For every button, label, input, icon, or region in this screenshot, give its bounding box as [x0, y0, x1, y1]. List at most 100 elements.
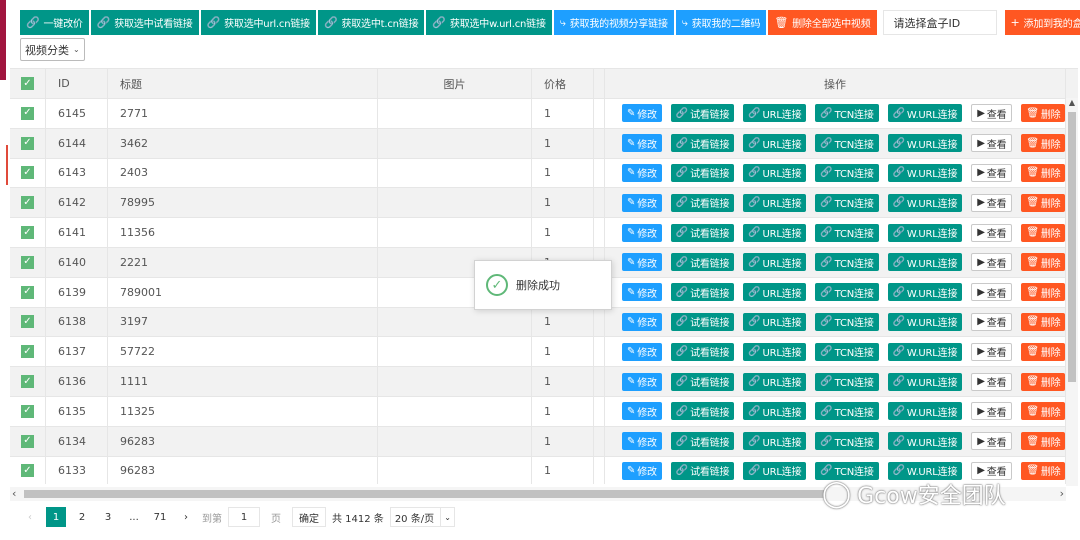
delete-button[interactable]: 🗑 删除 — [1021, 402, 1066, 421]
delete-button[interactable]: 🗑 删除 — [1021, 193, 1066, 212]
wurl-link-button[interactable]: 🔗 W.URL连接 — [887, 104, 963, 123]
tcn-link-button[interactable]: 🔗 TCN连接 — [815, 193, 879, 212]
wurl-link-button[interactable]: 🔗 W.URL连接 — [887, 223, 963, 242]
row-checkbox[interactable]: ✓ — [21, 375, 34, 389]
delete-button[interactable]: 🗑 删除 — [1021, 104, 1066, 123]
view-button[interactable]: ▶ 查看 — [971, 223, 1013, 242]
view-button[interactable]: ▶ 查看 — [971, 342, 1013, 361]
tcn-link-button[interactable]: 🔗 TCN连接 — [815, 432, 879, 451]
delete-selected-button[interactable]: 🗑 删除全部选中视频 — [768, 10, 877, 35]
tcn-link-button[interactable]: 🔗 TCN连接 — [815, 402, 879, 421]
trial-link-button[interactable]: 🔗 试看链接 — [670, 342, 735, 361]
wurl-link-button[interactable]: 🔗 W.URL连接 — [887, 283, 963, 302]
row-checkbox[interactable]: ✓ — [21, 434, 34, 448]
next-page-icon[interactable]: › — [176, 507, 196, 527]
edit-button[interactable]: ✎ 修改 — [622, 461, 662, 480]
delete-button[interactable]: 🗑 删除 — [1021, 223, 1066, 242]
row-checkbox[interactable]: ✓ — [21, 255, 34, 269]
edit-button[interactable]: ✎ 修改 — [622, 402, 662, 421]
row-checkbox[interactable]: ✓ — [21, 464, 34, 478]
page-1[interactable]: 1 — [46, 507, 66, 527]
url-link-button[interactable]: 🔗 URL连接 — [743, 253, 807, 272]
edit-button[interactable]: ✎ 修改 — [622, 372, 662, 391]
wurl-link-button[interactable]: 🔗 W.URL连接 — [887, 372, 963, 391]
wurl-link-button[interactable]: 🔗 W.URL连接 — [887, 134, 963, 153]
view-button[interactable]: ▶ 查看 — [971, 402, 1013, 421]
select-all-checkbox[interactable]: ✓ — [21, 77, 34, 90]
get-w-url-cn-links-button[interactable]: 🔗 获取选中w.url.cn链接 — [426, 10, 552, 35]
row-checkbox[interactable]: ✓ — [21, 285, 34, 299]
tcn-link-button[interactable]: 🔗 TCN连接 — [815, 342, 879, 361]
delete-button[interactable]: 🗑 删除 — [1021, 253, 1066, 272]
row-checkbox[interactable]: ✓ — [21, 166, 34, 180]
wurl-link-button[interactable]: 🔗 W.URL连接 — [887, 432, 963, 451]
trial-link-button[interactable]: 🔗 试看链接 — [670, 134, 735, 153]
wurl-link-button[interactable]: 🔗 W.URL连接 — [887, 402, 963, 421]
delete-button[interactable]: 🗑 删除 — [1021, 372, 1066, 391]
get-qrcode-button[interactable]: ⤷ 获取我的二维码 — [675, 10, 767, 35]
delete-button[interactable]: 🗑 删除 — [1021, 163, 1066, 182]
view-button[interactable]: ▶ 查看 — [971, 253, 1013, 272]
url-link-button[interactable]: 🔗 URL连接 — [743, 372, 807, 391]
view-button[interactable]: ▶ 查看 — [971, 193, 1013, 212]
box-id-select[interactable]: 请选择盒子ID — [882, 10, 997, 35]
url-link-button[interactable]: 🔗 URL连接 — [743, 312, 807, 331]
url-link-button[interactable]: 🔗 URL连接 — [743, 342, 807, 361]
trial-link-button[interactable]: 🔗 试看链接 — [670, 402, 735, 421]
vertical-scroll-thumb[interactable] — [1068, 112, 1076, 382]
trial-link-button[interactable]: 🔗 试看链接 — [670, 283, 735, 302]
edit-button[interactable]: ✎ 修改 — [622, 253, 662, 272]
url-link-button[interactable]: 🔗 URL连接 — [743, 193, 807, 212]
view-button[interactable]: ▶ 查看 — [971, 372, 1013, 391]
trial-link-button[interactable]: 🔗 试看链接 — [670, 163, 735, 182]
edit-button[interactable]: ✎ 修改 — [622, 163, 662, 182]
category-select[interactable]: 视频分类 ⌄ — [20, 38, 85, 61]
edit-button[interactable]: ✎ 修改 — [622, 432, 662, 451]
row-checkbox[interactable]: ✓ — [21, 345, 34, 359]
page-71[interactable]: 71 — [150, 507, 170, 527]
edit-button[interactable]: ✎ 修改 — [622, 312, 662, 331]
trial-link-button[interactable]: 🔗 试看链接 — [670, 193, 735, 212]
edit-button[interactable]: ✎ 修改 — [622, 104, 662, 123]
wurl-link-button[interactable]: 🔗 W.URL连接 — [887, 253, 963, 272]
tcn-link-button[interactable]: 🔗 TCN连接 — [815, 223, 879, 242]
view-button[interactable]: ▶ 查看 — [971, 312, 1013, 331]
page-size-select[interactable]: 20 条/页 ⌄ — [389, 507, 456, 527]
vertical-scrollbar[interactable]: ▲ — [1066, 98, 1078, 486]
tcn-link-button[interactable]: 🔗 TCN连接 — [815, 163, 879, 182]
wurl-link-button[interactable]: 🔗 W.URL连接 — [887, 312, 963, 331]
wurl-link-button[interactable]: 🔗 W.URL连接 — [887, 163, 963, 182]
trial-link-button[interactable]: 🔗 试看链接 — [670, 312, 735, 331]
url-link-button[interactable]: 🔗 URL连接 — [743, 432, 807, 451]
trial-link-button[interactable]: 🔗 试看链接 — [670, 253, 735, 272]
row-checkbox[interactable]: ✓ — [21, 136, 34, 150]
url-link-button[interactable]: 🔗 URL连接 — [743, 223, 807, 242]
tcn-link-button[interactable]: 🔗 TCN连接 — [815, 372, 879, 391]
wurl-link-button[interactable]: 🔗 W.URL连接 — [887, 342, 963, 361]
trial-link-button[interactable]: 🔗 试看链接 — [670, 432, 735, 451]
url-link-button[interactable]: 🔗 URL连接 — [743, 402, 807, 421]
horizontal-scroll-thumb[interactable] — [24, 490, 824, 498]
url-link-button[interactable]: 🔗 URL连接 — [743, 461, 807, 480]
tcn-link-button[interactable]: 🔗 TCN连接 — [815, 312, 879, 331]
goto-confirm-button[interactable]: 确定 — [292, 507, 326, 527]
scroll-up-icon[interactable]: ▲ — [1066, 98, 1078, 107]
delete-button[interactable]: 🗑 删除 — [1021, 283, 1066, 302]
page-3[interactable]: 3 — [98, 507, 118, 527]
view-button[interactable]: ▶ 查看 — [971, 104, 1013, 123]
url-link-button[interactable]: 🔗 URL连接 — [743, 104, 807, 123]
delete-button[interactable]: 🗑 删除 — [1021, 312, 1066, 331]
url-link-button[interactable]: 🔗 URL连接 — [743, 134, 807, 153]
row-checkbox[interactable]: ✓ — [21, 315, 34, 329]
trial-link-button[interactable]: 🔗 试看链接 — [670, 223, 735, 242]
delete-button[interactable]: 🗑 删除 — [1021, 432, 1066, 451]
row-checkbox[interactable]: ✓ — [21, 226, 34, 240]
trial-link-button[interactable]: 🔗 试看链接 — [670, 104, 735, 123]
trial-link-button[interactable]: 🔗 试看链接 — [670, 461, 735, 480]
delete-button[interactable]: 🗑 删除 — [1021, 461, 1066, 480]
delete-button[interactable]: 🗑 删除 — [1021, 134, 1066, 153]
get-url-cn-links-button[interactable]: 🔗 获取选中url.cn链接 — [200, 10, 316, 35]
view-button[interactable]: ▶ 查看 — [971, 134, 1013, 153]
add-to-box-button[interactable]: +添加到我的盒子 — [1004, 10, 1080, 35]
header-id[interactable]: ID — [46, 69, 108, 98]
